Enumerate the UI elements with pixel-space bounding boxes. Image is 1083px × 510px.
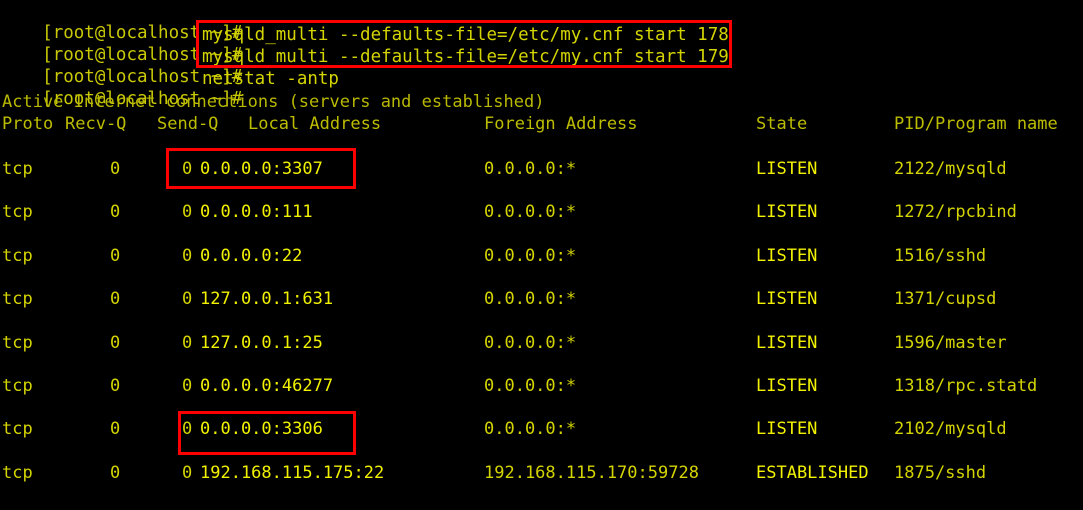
- cell-foreign: 0.0.0.0:*: [484, 289, 577, 310]
- cell-sendq: 0: [182, 202, 193, 223]
- cell-proto: tcp: [2, 289, 33, 310]
- cell-local: 0.0.0.0:111: [200, 202, 313, 223]
- cell-foreign: 0.0.0.0:*: [484, 245, 577, 266]
- cell-state: LISTEN: [756, 159, 818, 179]
- cell-sendq: 0: [182, 159, 193, 179]
- command-netstat-antp: netstat -antp: [202, 69, 339, 89]
- cell-recvq: 0: [110, 245, 121, 266]
- cell-foreign: 0.0.0.0:*: [484, 332, 577, 353]
- cell-state: LISTEN: [756, 202, 818, 223]
- cell-state: LISTEN: [756, 289, 818, 310]
- cell-foreign: 0.0.0.0:*: [484, 419, 577, 440]
- column-header-pid: PID/Program name: [894, 114, 1058, 134]
- cell-state: LISTEN: [756, 245, 818, 266]
- cell-recvq: 0: [110, 159, 121, 179]
- cell-proto: tcp: [2, 159, 33, 179]
- cell-pid: 2102/mysqld: [894, 419, 1007, 440]
- cell-pid: 1371/cupsd: [894, 289, 997, 310]
- cell-proto: tcp: [2, 376, 33, 396]
- cell-pid: 1875/sshd: [894, 462, 987, 483]
- cell-recvq: 0: [110, 289, 121, 310]
- column-header-foreign-address: Foreign Address: [484, 114, 638, 134]
- cell-foreign: 0.0.0.0:*: [484, 159, 577, 179]
- column-header-local-address: Local Address: [248, 114, 382, 134]
- cell-state: LISTEN: [756, 419, 818, 440]
- cell-proto: tcp: [2, 202, 33, 223]
- cell-recvq: 0: [110, 376, 121, 396]
- cell-sendq: 0: [182, 462, 193, 483]
- command-mysqld-multi-179: mysqld_multi --defaults-file=/etc/my.cnf…: [202, 47, 729, 67]
- column-header-state: State: [756, 114, 808, 134]
- cell-sendq: 0: [182, 376, 193, 396]
- cell-local: 0.0.0.0:3306: [200, 419, 323, 440]
- cell-recvq: 0: [110, 419, 121, 440]
- cell-sendq: 0: [182, 419, 193, 440]
- cell-local: 0.0.0.0:22: [200, 245, 303, 266]
- cell-state: ESTABLISHED: [756, 462, 869, 483]
- netstat-output-title: Active Internet connections (servers and…: [2, 92, 545, 112]
- cell-sendq: 0: [182, 332, 193, 353]
- column-header-sendq: Send-Q: [157, 114, 219, 134]
- cell-proto: tcp: [2, 332, 33, 353]
- cell-proto: tcp: [2, 419, 33, 440]
- cell-state: LISTEN: [756, 376, 818, 396]
- cell-pid: 2122/mysqld: [894, 159, 1007, 179]
- cell-sendq: 0: [182, 245, 193, 266]
- cell-recvq: 0: [110, 462, 121, 483]
- column-header-proto: Proto: [2, 114, 54, 134]
- cell-proto: tcp: [2, 245, 33, 266]
- cell-local: 127.0.0.1:25: [200, 332, 323, 353]
- column-header-recvq: Recv-Q: [65, 114, 127, 134]
- cell-state: LISTEN: [756, 332, 818, 353]
- terminal-window[interactable]: [root@localhost ~]# [root@localhost ~]# …: [0, 0, 1083, 510]
- cell-sendq: 0: [182, 289, 193, 310]
- cell-recvq: 0: [110, 202, 121, 223]
- cell-pid: 1318/rpc.statd: [894, 376, 1038, 396]
- cell-pid: 1272/rpcbind: [894, 202, 1017, 223]
- cell-foreign: 0.0.0.0:*: [484, 376, 577, 396]
- cell-local: 127.0.0.1:631: [200, 289, 334, 310]
- cell-local: 192.168.115.175:22: [200, 462, 385, 483]
- command-mysqld-multi-178: mysqld_multi --defaults-file=/etc/my.cnf…: [202, 25, 729, 45]
- cell-recvq: 0: [110, 332, 121, 353]
- cell-proto: tcp: [2, 462, 33, 483]
- cell-foreign: 0.0.0.0:*: [484, 202, 577, 223]
- cell-local: 0.0.0.0:46277: [200, 376, 334, 396]
- cell-pid: 1596/master: [894, 332, 1007, 353]
- cell-foreign: 192.168.115.170:59728: [484, 462, 699, 483]
- cell-local: 0.0.0.0:3307: [200, 159, 323, 179]
- cell-pid: 1516/sshd: [894, 245, 987, 266]
